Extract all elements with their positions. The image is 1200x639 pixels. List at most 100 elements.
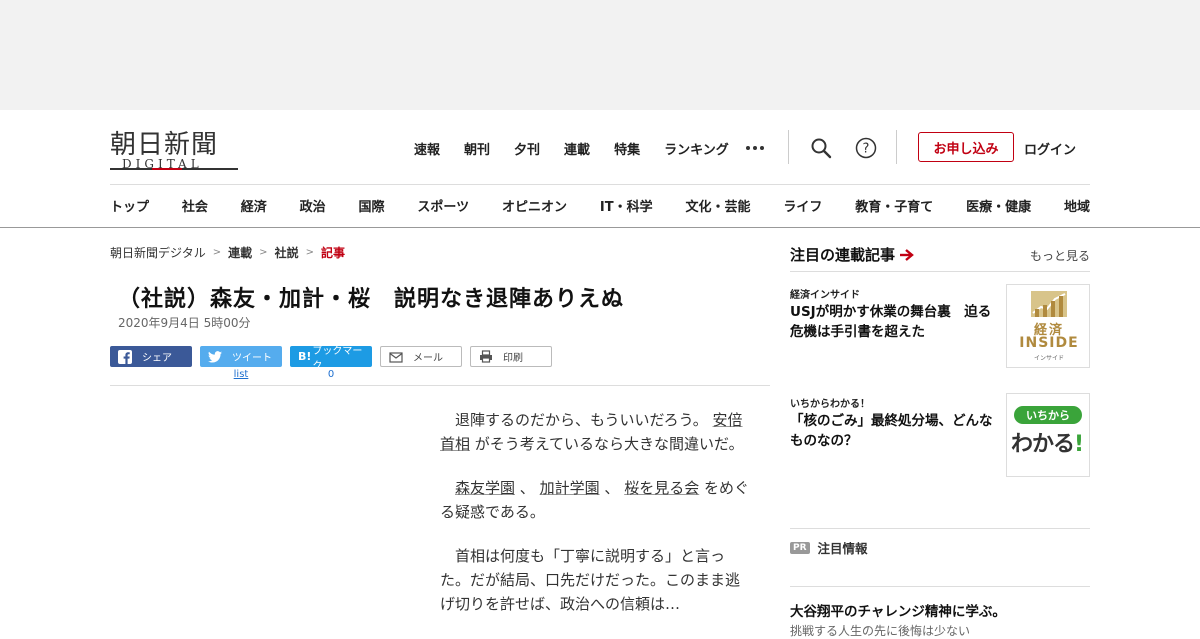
header-divider-line [110,184,1090,185]
mail-icon [389,350,403,364]
facebook-icon [118,349,132,364]
thumb-main-text: わかる [1011,432,1075,457]
pr-title[interactable]: 大谷翔平のチャレンジ精神に学ぶ。 [790,600,1006,620]
nav-morning[interactable]: 朝刊 [464,139,490,158]
header-divider [788,130,789,164]
thumb-label-inside: INSIDE [1019,335,1079,351]
cat-health[interactable]: 医療・健康 [966,196,1031,216]
nav-bottom-border [0,227,1200,228]
breadcrumb-series[interactable]: 連載 [228,244,252,261]
breadcrumb-editorial[interactable]: 社説 [275,244,299,261]
sidebar-heading-text: 注目の連載記事 [790,246,896,264]
article-paragraph: 首相は何度も「丁寧に説明する」と言った。だが結局、口先だけだった。このまま逃げ切… [440,547,741,613]
category-nav: トップ 社会 経済 政治 国際 スポーツ オピニオン IT・科学 文化・芸能 ラ… [110,196,1090,216]
card-title[interactable]: 「核のごみ」最終処分場、どんなものなの？ [790,411,1002,451]
print-label: 印刷 [503,353,523,364]
thumb-top-label: いちから [1014,406,1082,424]
breadcrumb-current: 記事 [320,246,345,260]
hatena-bookmark-button[interactable]: B! ブックマーク [290,346,372,372]
card-title[interactable]: USJが明かす休業の舞台裏 迫る危機は手引書を超えた [790,302,1002,342]
cat-life[interactable]: ライフ [783,196,822,216]
sidebar-card[interactable]: いちからわかる！ 「核のごみ」最終処分場、どんなものなの？ いちから わかる! [790,393,1090,477]
hatena-icon: B! [298,350,312,363]
sidebar-card[interactable]: 経済インサイド USJが明かす休業の舞台裏 迫る危機は手引書を超えた 経済 IN… [790,284,1090,368]
nav-series[interactable]: 連載 [564,139,590,158]
cat-opinion[interactable]: オピニオン [502,196,567,216]
cat-international[interactable]: 国際 [359,196,385,216]
facebook-share-button[interactable]: シェア [110,346,192,367]
cat-culture[interactable]: 文化・芸能 [685,196,750,216]
article-paragraph: 退陣するのだから、もういいだろう。 安倍首相 がそう考えているなら大きな間違いだ… [440,408,750,456]
search-icon[interactable] [810,137,832,159]
print-button[interactable]: 印刷 [470,346,552,367]
pr-description: 挑戦する人生の先に後悔は少ない [790,624,971,638]
cat-region[interactable]: 地域 [1064,196,1090,216]
breadcrumb: 朝日新聞デジタル > 連載 > 社説 > 記事 [110,244,345,261]
publish-date: 2020年9月4日 5時00分 [118,316,251,330]
pr-header: PR 注目情報 [790,538,868,557]
cat-it-science[interactable]: IT・科学 [600,196,653,216]
cat-top[interactable]: トップ [110,196,149,216]
thumb-exclamation: ! [1074,432,1084,457]
article-header-divider [110,385,770,386]
breadcrumb-home[interactable]: 朝日新聞デジタル [110,244,206,261]
sidebar-divider [790,271,1090,272]
hatena-bookmark-label: ブックマーク [312,345,363,372]
site-header: 朝日新聞 DIGITAL 速報 朝刊 夕刊 連載 特集 ランキング ? お申し込… [0,110,1200,185]
keizai-inside-thumbnail[interactable]: 経済 INSIDE インサイド [1006,284,1090,368]
sidebar-heading[interactable]: 注目の連載記事 [790,244,915,265]
mail-label: メール [413,353,443,364]
svg-text:?: ? [863,142,870,157]
paragraph-text: 、 [519,479,535,497]
pr-badge: PR [790,541,810,554]
sidebar-more-link[interactable]: もっと見る [1030,247,1090,264]
link-kake[interactable]: 加計学園 [540,479,600,497]
twitter-share-label: ツイート [232,353,272,364]
nav-features[interactable]: 特集 [614,139,640,158]
bar-chart-icon [1031,291,1067,317]
sidebar-divider [790,586,1090,587]
ichikara-wakaru-thumbnail[interactable]: いちから わかる! [1006,393,1090,477]
article-body: 退陣するのだから、もういいだろう。 安倍首相 がそう考えているなら大きな間違いだ… [440,408,750,636]
twitter-share-button[interactable]: ツイート [200,346,282,367]
article-title: （社説）森友・加計・桜 説明なき退陣ありえぬ [118,287,625,312]
twitter-icon [208,350,222,364]
facebook-share-label: シェア [142,353,172,364]
logo-digital: DIGITAL [122,157,203,171]
logo-kanji: 朝日新聞 [110,130,219,160]
mail-share-button[interactable]: メール [380,346,462,367]
arrow-right-icon [900,248,914,261]
paragraph-text: 退陣するのだから、もういいだろう。 [455,411,708,429]
cat-politics[interactable]: 政治 [300,196,326,216]
print-icon [479,350,493,364]
cat-economy[interactable]: 経済 [241,196,267,216]
paragraph-text: 、 [604,479,620,497]
chevron-right-icon: > [305,247,314,258]
cat-education[interactable]: 教育・子育て [855,196,933,216]
nav-ranking[interactable]: ランキング [664,139,729,158]
nav-breaking[interactable]: 速報 [414,139,440,158]
hatena-count[interactable]: 0 [290,369,372,380]
card-kicker: 経済インサイド [790,290,860,301]
login-link[interactable]: ログイン [1024,139,1076,158]
link-moritomo[interactable]: 森友学園 [455,479,515,497]
thumb-caption: インサイド [1033,355,1064,362]
pr-label: 注目情報 [817,541,868,556]
article-paragraph: 森友学園 、 加計学園 、 桜を見る会 をめぐる疑惑である。 [440,476,750,524]
paragraph-text: がそう考えているなら大きな間違いだ。 [474,435,744,453]
apply-button[interactable]: お申し込み [918,132,1014,162]
twitter-count-link[interactable]: list [200,369,282,380]
link-sakura[interactable]: 桜を見る会 [624,479,699,497]
site-logo[interactable]: 朝日新聞 DIGITAL [110,124,245,174]
ad-banner-space [0,0,1200,110]
chevron-right-icon: > [259,247,268,258]
thumb-main-label: わかる! [1011,426,1084,458]
card-kicker: いちからわかる！ [790,399,870,410]
cat-society[interactable]: 社会 [182,196,208,216]
more-menu-icon[interactable] [746,146,764,150]
nav-evening[interactable]: 夕刊 [514,139,540,158]
header-divider [896,130,897,164]
chevron-right-icon: > [212,247,222,258]
help-icon[interactable]: ? [855,137,877,159]
cat-sports[interactable]: スポーツ [417,196,469,216]
